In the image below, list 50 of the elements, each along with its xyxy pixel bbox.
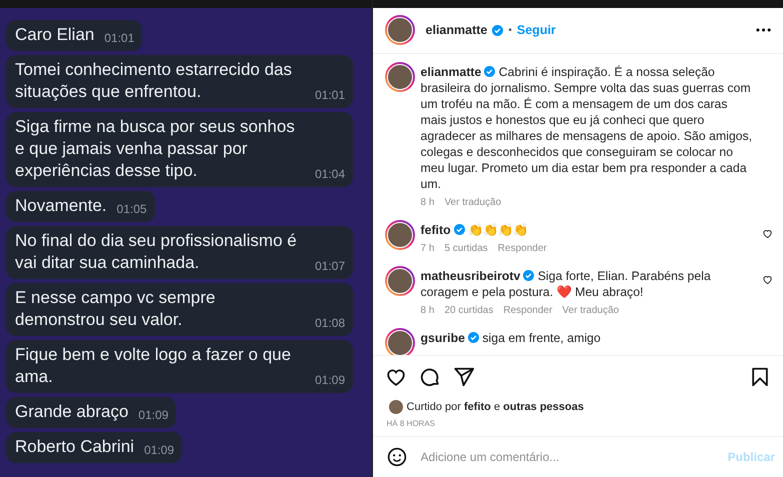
message-time: 01:01 [315,88,346,103]
comment-input[interactable]: Adicione um comentário... [418,449,716,465]
message-text: Grande abraço [15,401,128,423]
post-timestamp: HÁ 8 HORAS [372,416,783,437]
heart-icon[interactable] [762,228,773,239]
comment-text: gsuribe siga em frente, amigo [420,330,602,346]
comment-age: 8 h [420,305,434,316]
message-time: 01:05 [116,202,147,217]
message-text: No final do dia seu profissionalismo é vai ditar sua caminhada. [15,230,298,274]
post-age: 8 h [420,197,434,208]
comment-text: fefito 👏👏👏👏 [420,222,530,238]
comment-icon[interactable] [418,366,441,388]
message-time: 01:04 [315,167,346,182]
likes-link[interactable]: 20 curtidas [444,305,494,316]
message-time: 01:01 [104,31,134,46]
message-time: 01:09 [144,443,174,458]
message-time: 01:08 [315,316,346,331]
comment-text: matheusribeirotv Siga forte, Elian. Parabéns pela coragem e pela postura. ❤ Meu abraço! [420,268,712,300]
caption-text: elianmatte Cabrini é inspiração. É a nossa seleção brasileira do jornalismo. Sempre volta das suas guerras com um troféu na mão. É com a mensagem de um dos caras mais justos e honestos que eu já conheci que quero agradecer as milhares de mensagens de apoio. São amigos, colegas e desconhecidos que conseguiram se colocar no meu lugar. Prometo um dia estar bem pra responder a cada um. [420,64,754,192]
emoji-icon[interactable] [386,447,407,467]
avatar[interactable] [384,62,415,92]
liked-by-text: Curtido por fefito e outras pessoas [406,401,584,413]
avatar[interactable] [384,328,415,355]
send-icon[interactable] [452,366,475,388]
likes-link[interactable]: 5 curtidas [444,243,488,254]
message-time: 01:09 [315,373,346,388]
heart-icon[interactable] [762,274,773,285]
message-text: Siga firme na busca por seus sonhos e que jamais venha passar por experiências desse tipo. [15,116,296,182]
reply-link[interactable]: Responder [503,305,552,316]
message-time: 01:09 [138,408,168,423]
message-text: Tomei conhecimento estarrecido das situações que enfrentou. [15,59,293,103]
avatar [388,400,403,414]
follow-link[interactable]: Seguir [516,23,556,37]
reply-link[interactable]: Responder [498,243,547,254]
translate-link[interactable]: Ver tradução [562,305,619,316]
message-text: Caro Elian [15,24,94,46]
avatar[interactable] [384,220,415,250]
message-text: E nesse campo vc sempre demonstrou seu valor. [15,287,216,331]
message-text: Novamente. [15,195,107,217]
message-text: Fique bem e volte logo a fazer o que ama. [15,344,292,388]
translate-link[interactable]: Ver tradução [444,197,502,208]
separator-dot: • [508,24,512,36]
comment-age: 7 h [420,243,434,254]
more-icon[interactable] [756,28,771,32]
message-text: Roberto Cabrini [15,436,134,458]
bookmark-icon[interactable] [749,366,771,388]
avatar[interactable] [384,15,415,45]
avatar[interactable] [384,266,415,296]
message-time: 01:07 [315,259,346,274]
username[interactable]: elianmatte [426,23,488,37]
